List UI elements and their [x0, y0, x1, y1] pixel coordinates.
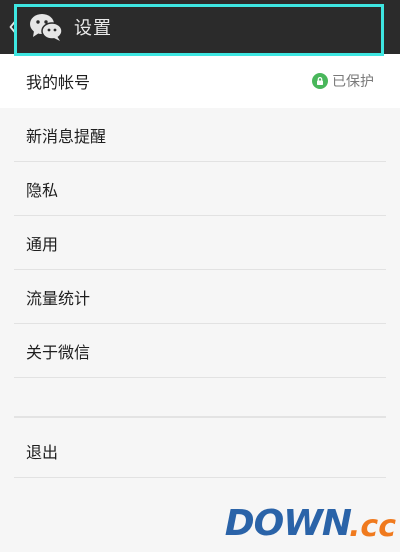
watermark-tld: .cc	[349, 509, 396, 544]
watermark-main: DOWN	[224, 503, 352, 544]
settings-item-new-message-alerts[interactable]: 新消息提醒	[0, 108, 400, 162]
settings-item-about-wechat[interactable]: 关于微信	[0, 324, 400, 378]
chevron-left-icon	[8, 19, 18, 35]
settings-item-my-account[interactable]: 我的帐号 已保护	[0, 54, 400, 108]
logout-button[interactable]: 退出	[0, 424, 400, 478]
section-divider	[14, 416, 386, 418]
back-button[interactable]	[2, 0, 24, 54]
lock-icon	[312, 73, 328, 89]
logout-label: 退出	[26, 443, 59, 462]
settings-item-label: 我的帐号	[26, 73, 91, 92]
settings-list: 我的帐号 已保护 新消息提醒 隐私 通用 流量统计 关于微信 退出	[0, 54, 400, 478]
settings-item-label: 流量统计	[26, 289, 91, 308]
watermark-logo: DOWN .cc	[224, 503, 396, 544]
settings-item-label: 关于微信	[26, 343, 91, 362]
settings-item-label: 新消息提醒	[26, 127, 107, 146]
wechat-logo-icon	[26, 7, 66, 47]
settings-item-label: 隐私	[26, 181, 59, 200]
settings-item-privacy[interactable]: 隐私	[0, 162, 400, 216]
top-bar: 设置	[0, 0, 400, 54]
settings-item-label: 通用	[26, 235, 59, 254]
settings-item-data-usage[interactable]: 流量统计	[0, 270, 400, 324]
account-protection-status: 已保护	[312, 54, 374, 108]
status-text: 已保护	[332, 74, 374, 90]
page-title: 设置	[74, 18, 112, 39]
settings-item-general[interactable]: 通用	[0, 216, 400, 270]
